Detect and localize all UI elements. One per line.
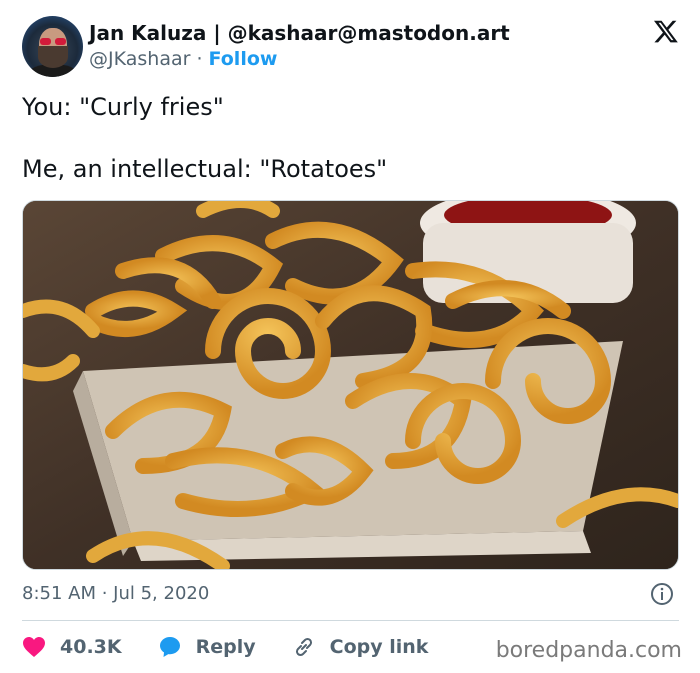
- tweet-text: You: "Curly fries" Me, an intellectual: …: [22, 92, 672, 185]
- avatar[interactable]: [22, 16, 83, 77]
- reply-bubble-icon: [159, 637, 180, 657]
- tweet-photo[interactable]: [22, 200, 679, 570]
- follow-button[interactable]: Follow: [209, 48, 278, 70]
- tweet-timestamp[interactable]: 8:51 AM · Jul 5, 2020: [22, 583, 209, 604]
- reply-label: Reply: [195, 636, 256, 658]
- watermark: boredpanda.com: [495, 638, 682, 663]
- copy-link-button[interactable]: Copy link: [292, 635, 429, 659]
- handle-separator: ·: [190, 48, 209, 70]
- info-icon[interactable]: [650, 582, 674, 606]
- author-name[interactable]: Jan Kaluza | @kashaar@mastodon.art: [89, 21, 510, 45]
- like-count: 40.3K: [60, 636, 122, 658]
- curly-fries-photo: [23, 201, 678, 569]
- tweet-line-2: Me, an intellectual: "Rotatoes": [22, 155, 388, 183]
- like-button[interactable]: 40.3K: [22, 636, 122, 658]
- author-handle-line: @JKashaar · Follow: [89, 48, 277, 70]
- author-handle[interactable]: @JKashaar: [89, 48, 190, 70]
- divider: [22, 620, 679, 621]
- tweet-line-1: You: "Curly fries": [22, 93, 224, 121]
- reply-button[interactable]: Reply: [158, 635, 256, 659]
- tweet-actions: 40.3K Reply Copy link: [22, 633, 464, 661]
- copy-link-label: Copy link: [329, 636, 429, 658]
- x-logo-icon[interactable]: [653, 18, 679, 44]
- heart-icon: [23, 637, 45, 657]
- tweet-header: Jan Kaluza | @kashaar@mastodon.art @JKas…: [22, 16, 682, 78]
- link-icon: [295, 637, 312, 657]
